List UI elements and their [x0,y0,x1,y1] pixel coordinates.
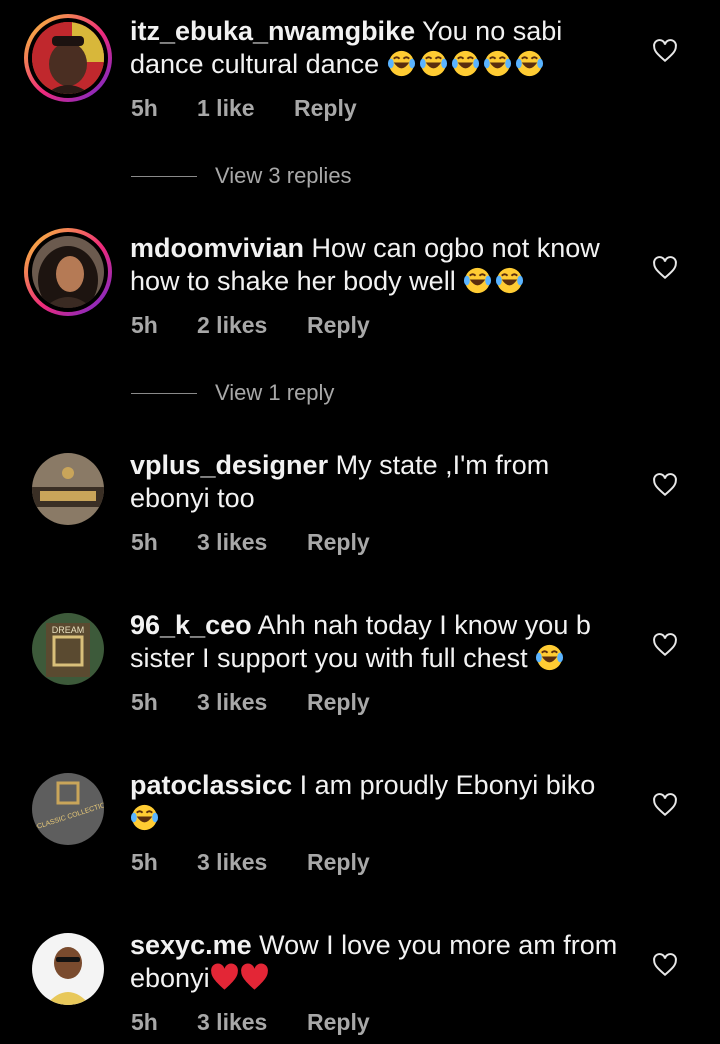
comment-username[interactable]: mdoomvivian [130,233,304,263]
comment-likes-count[interactable]: 2 likes [197,312,307,339]
reply-button[interactable]: Reply [307,312,370,339]
laugh-emoji-group [463,266,527,296]
comment-text: mdoomvivian How can ogbo not know how to… [130,232,630,298]
avatar[interactable]: DREAM [32,613,104,685]
red-heart-emoji-icon [240,963,268,990]
reply-button[interactable]: Reply [307,689,370,716]
comment-text: vplus_designer My state ,I'm from ebonyi… [130,449,630,515]
replies-divider [131,392,197,394]
comment-username[interactable]: sexyc.me [130,930,252,960]
laugh-cry-emoji-icon [130,804,159,831]
comment-meta: 5h 1 like Reply [131,95,357,122]
comment-meta: 5h 3 likes Reply [131,689,370,716]
avatar[interactable]: PATOCLASSIC COLLECTIONS [32,773,104,845]
comment-meta: 5h 2 likes Reply [131,312,370,339]
comment-meta: 5h 3 likes Reply [131,1009,370,1036]
comment-likes-count[interactable]: 1 like [197,95,294,122]
comment-time: 5h [131,849,158,875]
laugh-cry-emoji-icon [387,50,415,77]
avatar[interactable] [24,14,112,102]
view-replies-button[interactable]: View 3 replies [131,163,352,189]
comment-likes-count[interactable]: 3 likes [197,529,307,556]
heart-icon[interactable] [652,472,678,498]
view-replies-label: View 3 replies [215,163,352,188]
laugh-cry-emoji-icon [451,50,479,77]
comment-time: 5h [131,689,158,715]
reply-button[interactable]: Reply [294,95,357,122]
comment-username[interactable]: itz_ebuka_nwamgbike [130,16,415,46]
reply-button[interactable]: Reply [307,529,370,556]
comment-meta: 5h 3 likes Reply [131,529,370,556]
comment-time: 5h [131,529,158,555]
comment-meta: 5h 3 likes Reply [131,849,370,876]
laugh-cry-emoji-icon [515,50,543,77]
avatar[interactable] [24,228,112,316]
comment-time: 5h [131,95,158,121]
comment-username[interactable]: vplus_designer [130,450,328,480]
red-heart-emoji-icon [210,963,238,990]
laugh-cry-emoji-icon [483,50,511,77]
avatar[interactable] [32,933,104,1005]
heart-icon[interactable] [652,255,678,281]
heart-icon[interactable] [652,792,678,818]
laugh-emoji-group [387,49,547,79]
comment-username[interactable]: patoclassicc [130,770,292,800]
heart-icon[interactable] [652,632,678,658]
view-replies-label: View 1 reply [215,380,335,405]
comment-text: itz_ebuka_nwamgbike You no sabi dance cu… [130,15,630,81]
comment-text: sexyc.me Wow I love you more am from ebo… [130,929,630,995]
comment-body: I am proudly Ebonyi biko [292,770,596,800]
reply-button[interactable]: Reply [307,849,370,876]
laugh-cry-emoji-icon [496,267,524,294]
view-replies-button[interactable]: View 1 reply [131,380,334,406]
reply-button[interactable]: Reply [307,1009,370,1036]
comment-likes-count[interactable]: 3 likes [197,849,307,876]
laugh-cry-emoji-icon [464,267,492,294]
comment-text: patoclassicc I am proudly Ebonyi biko [130,769,630,835]
replies-divider [131,175,197,177]
avatar[interactable] [32,453,104,525]
comment-time: 5h [131,1009,158,1035]
heart-icon[interactable] [652,952,678,978]
comment-time: 5h [131,312,158,338]
comment-username[interactable]: 96_k_ceo [130,610,252,640]
comment-likes-count[interactable]: 3 likes [197,1009,307,1036]
comment-likes-count[interactable]: 3 likes [197,689,307,716]
laugh-cry-emoji-icon [536,644,564,671]
laugh-cry-emoji-icon [419,50,447,77]
comment-text: 96_k_ceo Ahh nah today I know you b sist… [130,609,630,675]
dream-logo-text: DREAM [52,625,85,635]
heart-icon[interactable] [652,38,678,64]
